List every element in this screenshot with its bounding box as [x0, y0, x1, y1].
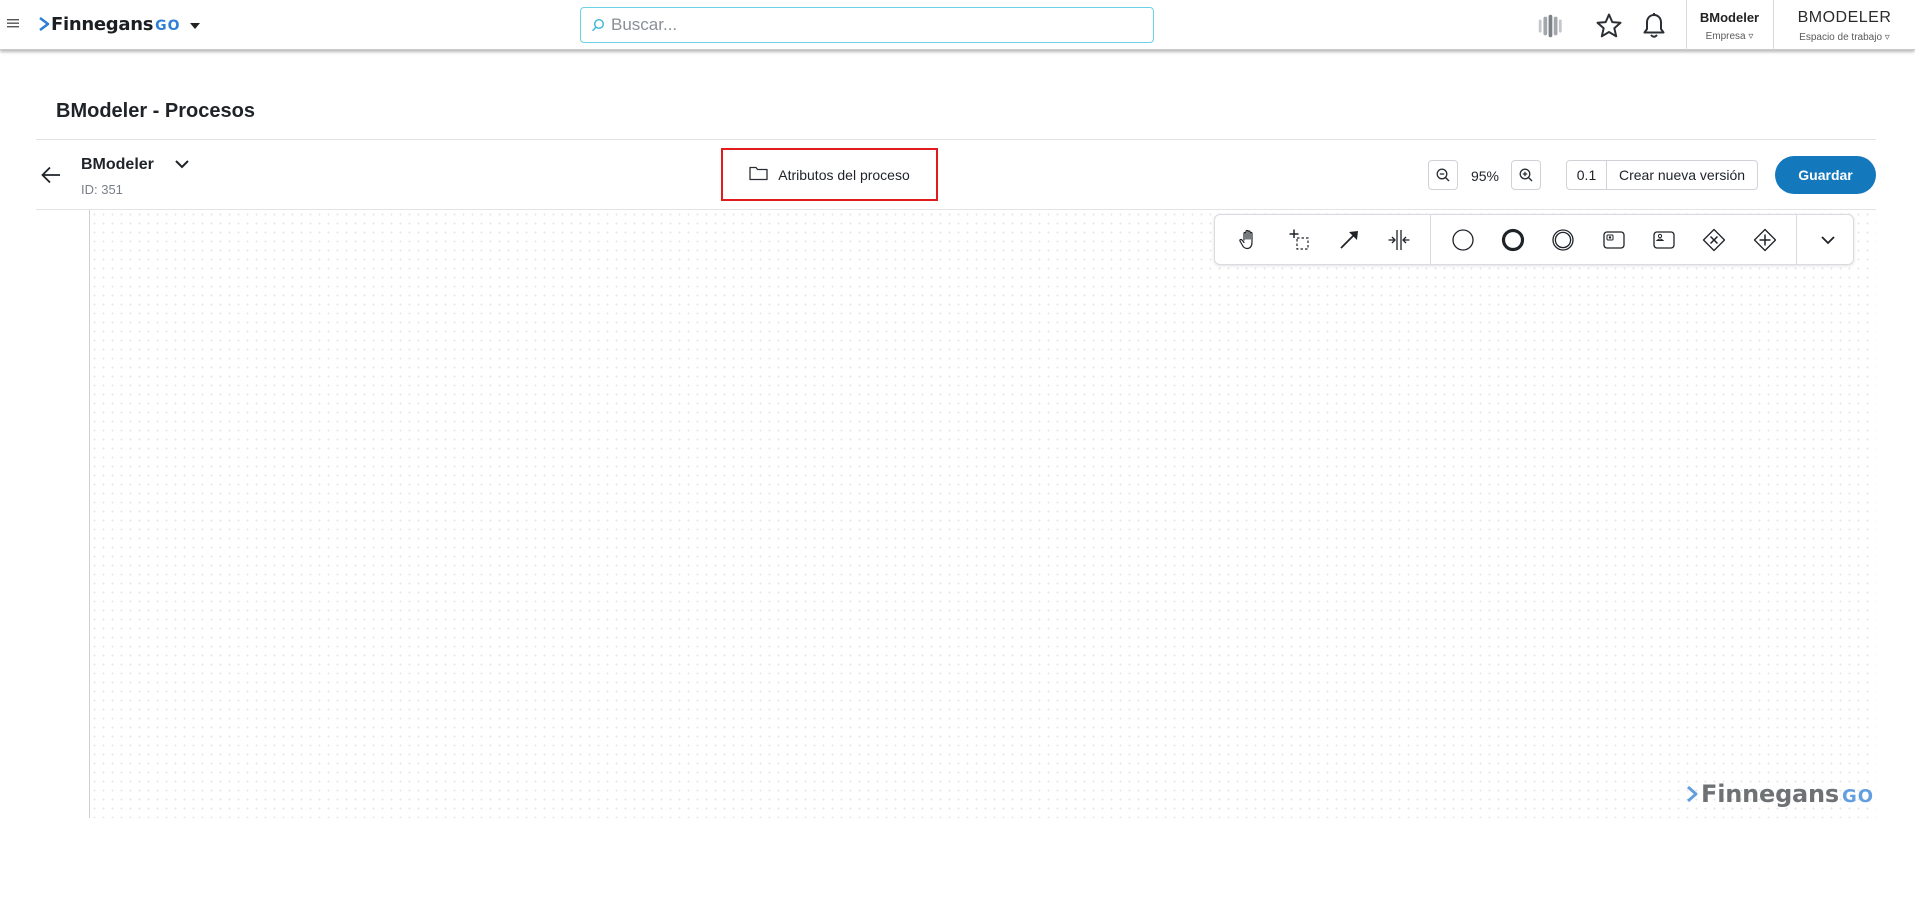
star-icon[interactable]: [1594, 11, 1624, 41]
page-title: BModeler - Procesos: [56, 100, 255, 122]
new-version-button[interactable]: Crear nueva versión: [1607, 161, 1757, 189]
end-event-icon: [1501, 228, 1524, 251]
save-button[interactable]: Guardar: [1775, 156, 1876, 194]
zoom-out-button[interactable]: [1428, 160, 1458, 190]
zoom-in-button[interactable]: [1511, 160, 1541, 190]
apps-icon[interactable]: [1535, 11, 1565, 41]
company-label: Empresa ▿: [1705, 31, 1754, 42]
bell-icon[interactable]: [1639, 11, 1669, 41]
zoom-in-icon: [1519, 168, 1533, 182]
process-id: ID: 351: [81, 182, 123, 197]
top-bar: Finnegans GO BModele: [0, 0, 1915, 50]
back-arrow-icon[interactable]: [40, 164, 62, 186]
zoom-out-icon: [1436, 168, 1450, 182]
palette-expand-button[interactable]: [1803, 214, 1853, 265]
start-event-icon: [1451, 228, 1474, 251]
palette-separator: [1430, 214, 1432, 265]
intermediate-event-icon: [1552, 228, 1574, 251]
parallel-gateway-tool[interactable]: [1739, 214, 1789, 265]
company-name: BModeler: [1699, 10, 1760, 25]
version-number: 0.1: [1567, 161, 1607, 189]
lasso-tool[interactable]: [1273, 214, 1323, 265]
folder-icon: [749, 166, 768, 180]
watermark-text: Finnegans: [1701, 780, 1840, 808]
intermediate-event-tool[interactable]: [1538, 214, 1588, 265]
exclusive-gateway-tool[interactable]: [1689, 214, 1739, 265]
workspace-selector[interactable]: BMODELER Espacio de trabajo ▿: [1773, 0, 1915, 50]
process-name: BModeler: [81, 156, 154, 173]
zoom-level: 95%: [1470, 168, 1500, 184]
end-event-tool[interactable]: [1488, 214, 1538, 265]
logo-suffix: GO: [155, 17, 181, 34]
task-icon: [1602, 230, 1625, 249]
workspace-label: Espacio de trabajo ▿: [1799, 32, 1890, 43]
app-logo[interactable]: Finnegans GO: [38, 12, 200, 36]
palette-separator: [1795, 214, 1797, 265]
parallel-gateway-icon: [1753, 228, 1776, 251]
arrow-icon: [1340, 230, 1358, 249]
company-selector[interactable]: BModeler Empresa ▿: [1686, 0, 1772, 50]
hand-icon: [1239, 229, 1253, 249]
user-task-tool[interactable]: [1639, 214, 1689, 265]
start-event-tool[interactable]: [1437, 214, 1487, 265]
divider: [36, 139, 1876, 140]
chevron-down-icon[interactable]: [173, 157, 191, 171]
process-attributes-label: Atributos del proceso: [778, 166, 910, 183]
task-tool[interactable]: [1588, 214, 1638, 265]
user-task-icon: [1653, 230, 1675, 249]
watermark-logo: Finnegans GO: [1686, 780, 1874, 808]
chevron-down-icon: [1821, 235, 1835, 244]
version-group: 0.1 Crear nueva versión: [1566, 160, 1759, 190]
search-icon: [592, 18, 605, 32]
hand-tool[interactable]: [1223, 214, 1273, 265]
menu-icon[interactable]: [6, 16, 20, 30]
diagram-canvas[interactable]: [89, 210, 1876, 818]
caret-down-icon[interactable]: [189, 23, 200, 29]
search-bar[interactable]: [580, 7, 1154, 43]
connect-tool[interactable]: [1324, 214, 1374, 265]
watermark-suffix: GO: [1842, 785, 1875, 807]
lasso-icon: [1289, 229, 1309, 250]
logo-text: Finnegans: [51, 13, 154, 35]
process-attributes-button[interactable]: Atributos del proceso: [721, 148, 938, 201]
exclusive-gateway-icon: [1703, 228, 1726, 251]
workspace-name: BMODELER: [1797, 9, 1892, 26]
space-tool[interactable]: [1374, 214, 1424, 265]
space-icon: [1388, 229, 1410, 250]
logo-chevron-icon: [1687, 785, 1698, 803]
logo-chevron-icon: [39, 17, 50, 31]
bpmn-palette: [1214, 214, 1854, 265]
search-input[interactable]: [611, 15, 1131, 35]
